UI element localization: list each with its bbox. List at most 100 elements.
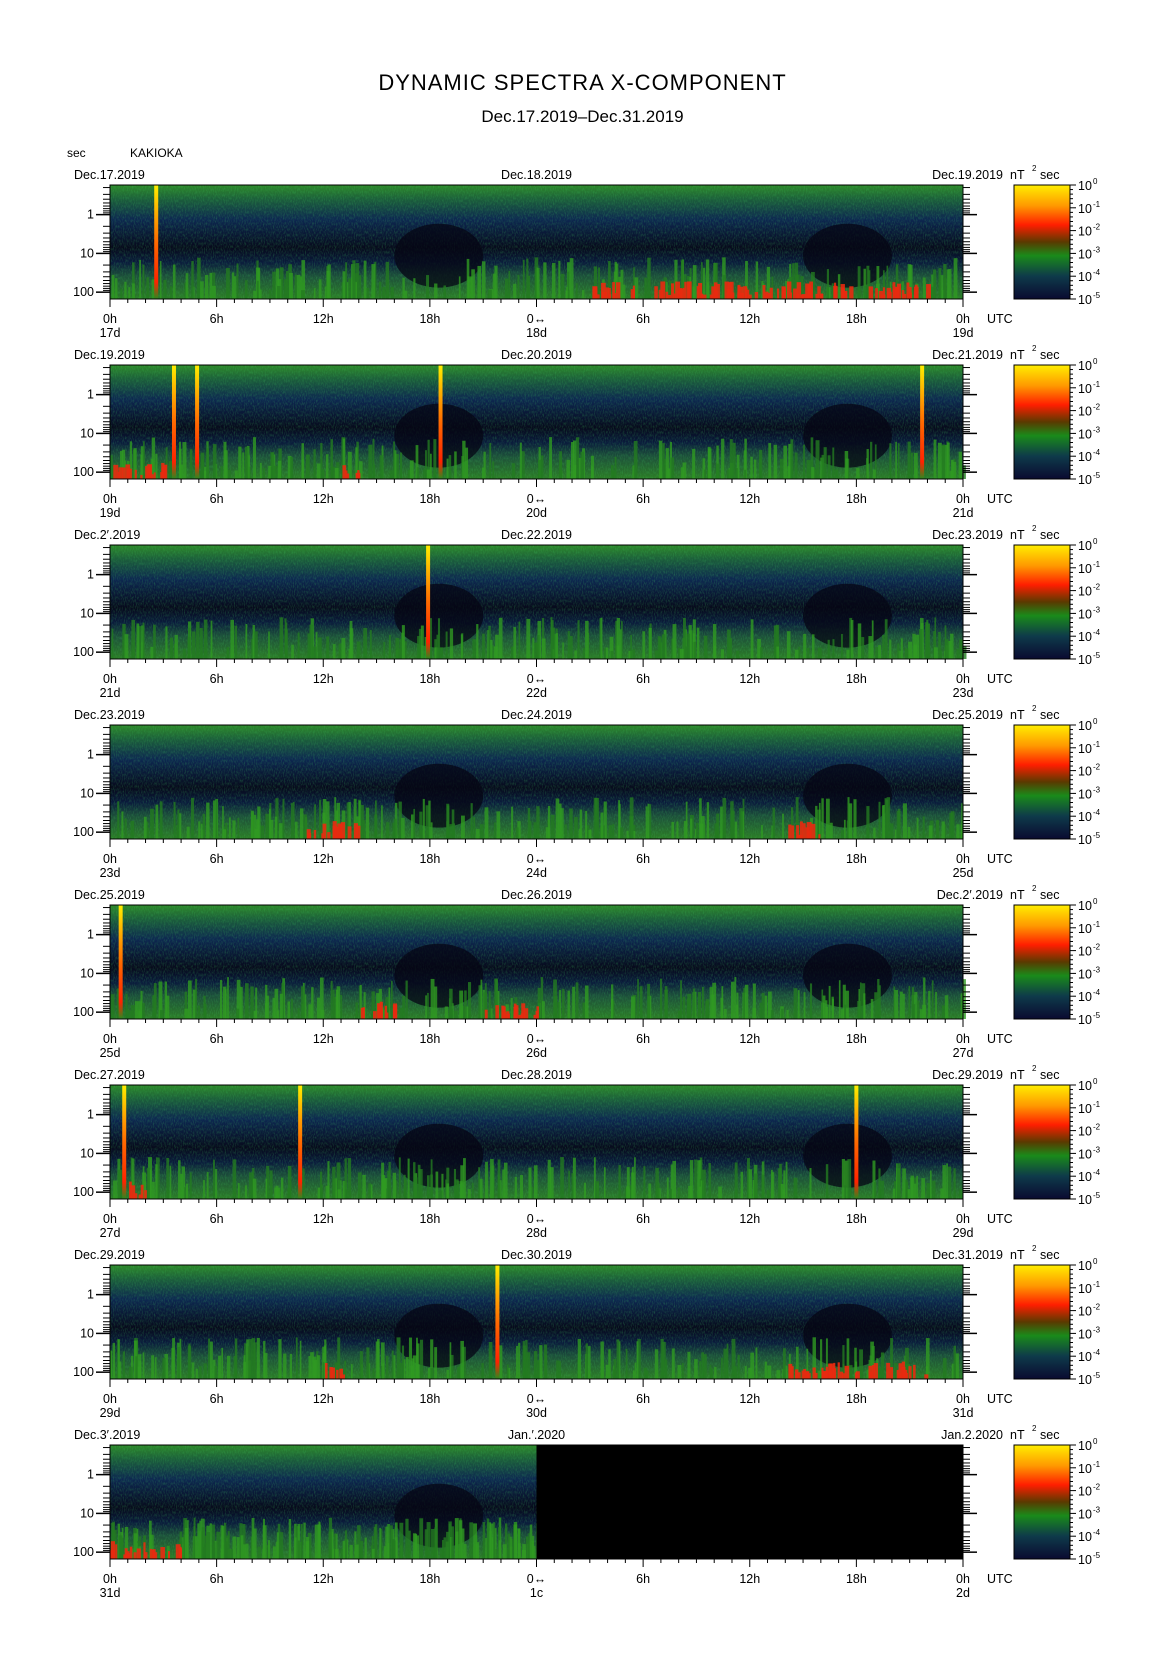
intense-activity (794, 1369, 799, 1379)
activity-burst (753, 1173, 758, 1199)
activity-burst (508, 270, 511, 299)
activity-burst (503, 1162, 508, 1199)
activity-burst (949, 812, 953, 839)
activity-burst (947, 1166, 952, 1199)
activity-burst (379, 1527, 381, 1559)
intense-activity (138, 1194, 143, 1199)
colorbar-tick-exponent: -3 (1093, 965, 1101, 974)
day-label-mid: 30d (526, 1406, 547, 1420)
intense-activity (727, 288, 730, 299)
activity-burst (486, 1518, 490, 1559)
activity-burst (197, 1005, 200, 1019)
intense-activity (913, 1364, 916, 1379)
activity-burst (465, 447, 469, 479)
colorbar-unit-exponent: 2 (1032, 344, 1037, 353)
activity-burst (490, 639, 493, 659)
activity-burst (569, 636, 573, 659)
activity-burst (234, 625, 238, 659)
activity-burst (551, 262, 556, 299)
activity-burst (766, 1190, 770, 1199)
activity-burst (425, 995, 427, 1019)
activity-burst (926, 1183, 930, 1199)
activity-burst (511, 806, 514, 839)
activity-burst (787, 466, 791, 479)
activity-burst (453, 1168, 457, 1199)
activity-burst (600, 617, 603, 659)
colorbar-tick-exponent: 0 (1093, 717, 1098, 726)
activity-burst (419, 1339, 424, 1379)
activity-burst (326, 270, 330, 299)
activity-burst (497, 1159, 501, 1199)
activity-burst (899, 991, 903, 1019)
x-tick-label: 6h (210, 1212, 224, 1226)
activity-burst (249, 1172, 253, 1199)
activity-burst (908, 985, 911, 1019)
activity-burst (466, 258, 470, 299)
activity-burst (191, 797, 195, 839)
activity-burst (712, 624, 717, 659)
activity-burst (481, 1363, 484, 1379)
activity-burst (420, 625, 424, 659)
activity-burst (520, 1175, 524, 1199)
dynamic-spectra-chart: Dec.17.2019 Dec.18.2019 Dec.19.2019 nT 2 sec1… (73, 164, 1101, 1600)
activity-burst (464, 990, 467, 1019)
activity-burst (269, 289, 272, 299)
activity-burst (332, 644, 336, 659)
activity-burst (759, 458, 761, 479)
intense-activity (820, 293, 824, 299)
colorbar-tick-label: 10 (1078, 225, 1092, 239)
colorbar-tick-exponent: -1 (1093, 920, 1101, 929)
activity-burst (142, 1352, 145, 1379)
colorbar-tick-label: 10 (1078, 810, 1092, 824)
activity-burst (568, 1170, 570, 1199)
activity-burst (142, 1003, 145, 1019)
x-tick-label: 0h (956, 492, 970, 506)
activity-burst (284, 629, 288, 659)
activity-burst (462, 440, 466, 479)
intense-activity (829, 1363, 835, 1379)
intense-activity (147, 464, 153, 479)
activity-burst (385, 261, 390, 299)
activity-burst (153, 983, 157, 1019)
activity-burst (708, 1162, 711, 1199)
x-tick-label: 12h (313, 852, 334, 866)
x-tick-label: 0h (956, 1392, 970, 1406)
intense-activity (868, 286, 873, 299)
activity-burst (363, 627, 368, 659)
activity-burst (514, 1176, 517, 1199)
colorbar-tick-label: 10 (1078, 1553, 1092, 1567)
activity-burst (897, 808, 901, 839)
activity-burst (916, 817, 919, 839)
activity-burst (846, 820, 849, 839)
x-tick-label: 6h (636, 1392, 650, 1406)
activity-burst (128, 287, 131, 299)
activity-burst (129, 1010, 134, 1019)
activity-burst (907, 1189, 911, 1199)
activity-burst (258, 289, 262, 299)
colorbar (1013, 184, 1071, 300)
colorbar-tick-exponent: -2 (1093, 1483, 1101, 1492)
colorbar-tick-exponent: 0 (1093, 897, 1098, 906)
activity-burst (541, 1001, 545, 1019)
activity-burst (827, 455, 831, 479)
activity-burst (698, 991, 702, 1019)
activity-burst (170, 286, 173, 299)
x-tick-label: 18h (846, 1572, 867, 1586)
x-tick-label: 6h (636, 1212, 650, 1226)
colorbar-unit-label: nT (1010, 1068, 1025, 1082)
activity-burst (726, 469, 730, 479)
activity-burst (882, 804, 885, 839)
activity-burst (370, 1184, 373, 1199)
activity-burst (319, 977, 324, 1019)
panel-date-left: Dec.3′.2019 (74, 1428, 140, 1442)
activity-burst (488, 1341, 493, 1379)
intense-activity (882, 287, 886, 299)
activity-burst (861, 637, 865, 659)
activity-burst (398, 1157, 401, 1199)
activity-burst (671, 821, 674, 839)
intense-activity (327, 832, 331, 839)
activity-burst (390, 286, 394, 299)
intense-activity (134, 469, 137, 479)
activity-burst (931, 980, 934, 1019)
activity-burst (768, 443, 772, 479)
